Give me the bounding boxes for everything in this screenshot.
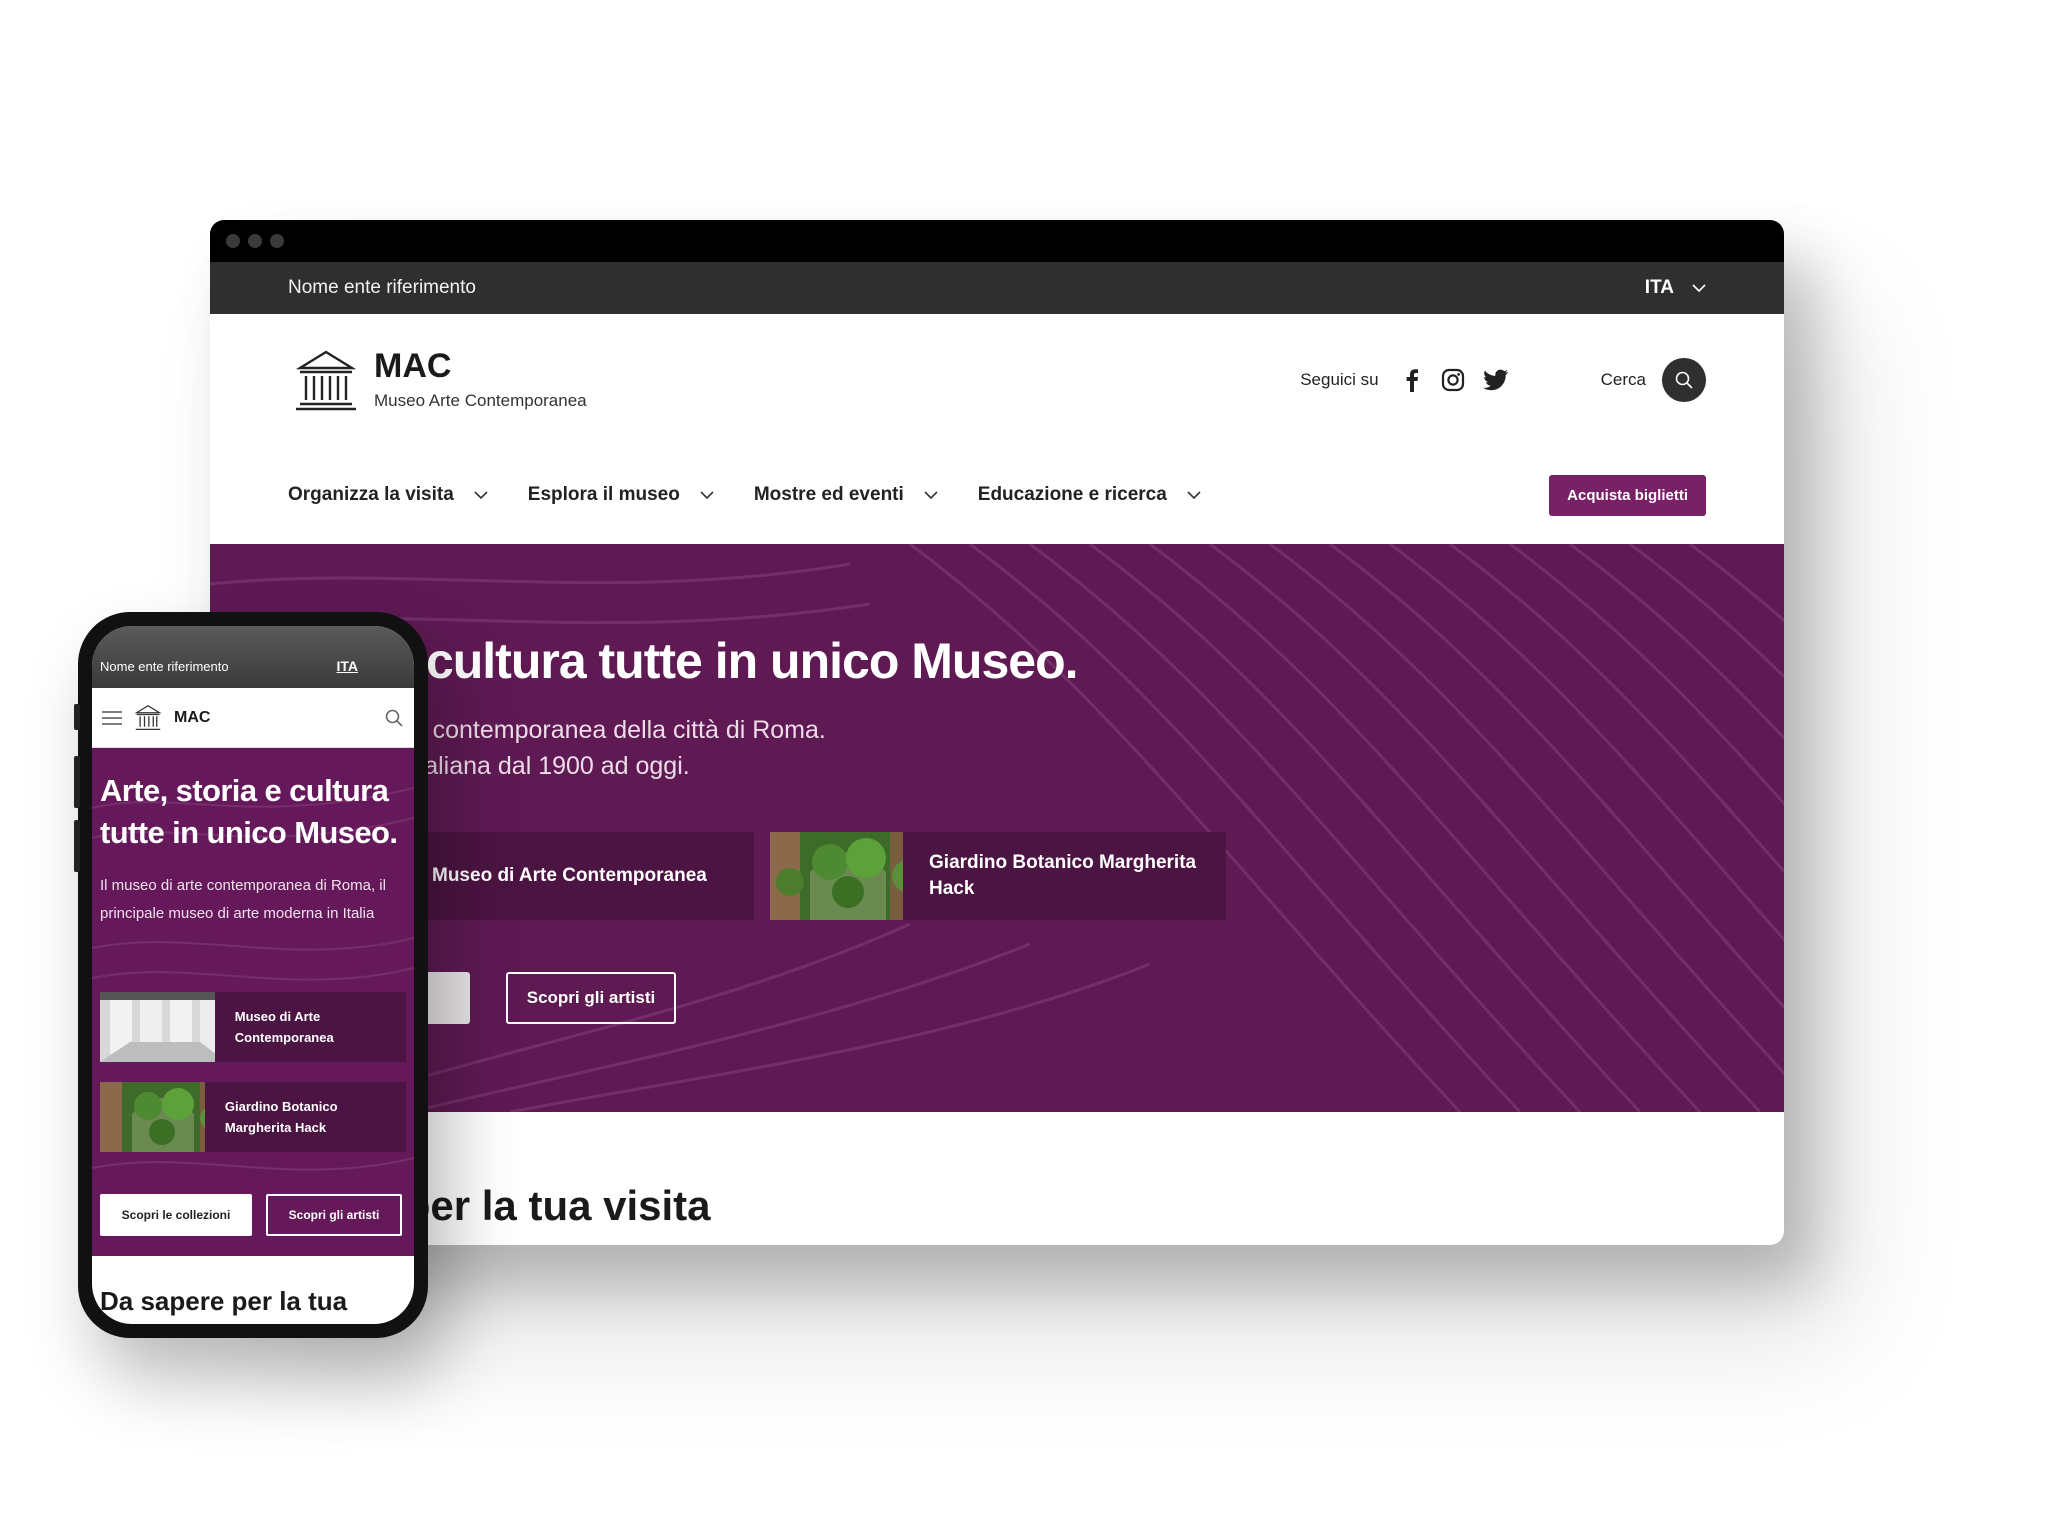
garden-thumbnail — [770, 832, 904, 920]
social-label: Seguici su — [1300, 370, 1379, 389]
search-button[interactable] — [1662, 358, 1706, 402]
nav-item-mostre[interactable]: Mostre ed eventi — [754, 484, 938, 506]
mobile-slim-header: Nome ente riferimento ITA — [92, 626, 414, 688]
mobile-hero-card-giardino[interactable]: Giardino Botanico Margherita Hack — [100, 1082, 406, 1152]
brand-title: MAC — [374, 347, 452, 385]
mobile-brand-title[interactable]: MAC — [174, 709, 372, 727]
brand-link[interactable]: MAC Museo Arte Contemporanea — [294, 348, 587, 412]
desktop-browser-window: Nome ente riferimento ITA MAC Museo Arte — [210, 220, 1784, 1245]
phone-volume-up-button — [74, 756, 80, 808]
language-selector[interactable]: ITA — [1645, 277, 1706, 299]
phone-side-button — [74, 704, 80, 730]
twitter-icon[interactable] — [1482, 369, 1509, 391]
garden-thumbnail — [100, 1082, 205, 1152]
mobile-ente-link[interactable]: Nome ente riferimento — [100, 659, 229, 674]
main-navigation: Organizza la visita Esplora il museo Mos… — [210, 446, 1784, 544]
mobile-header: MAC — [92, 688, 414, 748]
search-icon — [1675, 371, 1693, 389]
browser-chrome — [210, 220, 1784, 262]
facebook-icon[interactable] — [1401, 368, 1423, 392]
hero-wave-pattern — [210, 544, 1784, 1112]
nav-item-esplora[interactable]: Esplora il museo — [528, 484, 714, 506]
window-control-close[interactable] — [226, 234, 240, 248]
mobile-section-title: Da sapere per la tua — [100, 1286, 348, 1316]
chevron-down-icon — [474, 490, 488, 499]
mobile-phone-frame: Nome ente riferimento ITA MAC Arte, stor… — [74, 612, 428, 1338]
brand-subtitle: Museo Arte Contemporanea — [374, 391, 587, 410]
instagram-icon[interactable] — [1441, 368, 1465, 392]
discover-artists-button[interactable]: Scopri gli artisti — [506, 972, 676, 1024]
social-links: Seguici su — [1300, 368, 1508, 392]
nav-item-label: Organizza la visita — [288, 484, 454, 505]
nav-item-label: Educazione e ricerca — [977, 484, 1167, 505]
nav-item-label: Esplora il museo — [527, 484, 680, 505]
museum-icon — [295, 350, 357, 411]
hero-card-giardino[interactable]: Giardino Botanico Margherita Hack — [770, 832, 1226, 920]
nav-item-organizza[interactable]: Organizza la visita — [288, 484, 488, 506]
chevron-down-icon — [924, 490, 938, 499]
nav-item-educazione[interactable]: Educazione e ricerca — [978, 484, 1201, 506]
window-control-maximize[interactable] — [270, 234, 284, 248]
hamburger-menu-icon[interactable] — [102, 710, 122, 725]
hero-card-title: Museo di Arte Contemporanea — [432, 865, 707, 886]
mobile-hero-card-museo[interactable]: Museo di Arte Contemporanea — [100, 992, 406, 1062]
museum-thumbnail — [100, 992, 215, 1062]
hero-card-title: Giardino Botanico Margherita Hack — [929, 852, 1197, 899]
mobile-screen: Nome ente riferimento ITA MAC Arte, stor… — [92, 626, 414, 1324]
mobile-hero-description: Il museo di arte contemporanea di Roma, … — [100, 877, 386, 922]
slim-header: Nome ente riferimento ITA — [210, 262, 1784, 314]
chevron-down-icon — [1692, 283, 1706, 292]
mobile-hero-card-title: Giardino Botanico Margherita Hack — [224, 1099, 338, 1135]
mobile-language-selector[interactable]: ITA — [336, 658, 358, 674]
mobile-hero-title: Arte, storia e cultura tutte in unico Mu… — [100, 773, 398, 850]
search-area[interactable]: Cerca — [1601, 358, 1706, 402]
search-icon[interactable] — [384, 708, 404, 728]
chevron-down-icon — [700, 490, 714, 499]
mobile-discover-artists-button[interactable]: Scopri gli artisti — [266, 1194, 402, 1236]
ente-link[interactable]: Nome ente riferimento — [288, 277, 476, 299]
window-control-minimize[interactable] — [248, 234, 262, 248]
buy-tickets-button[interactable]: Acquista biglietti — [1549, 474, 1706, 516]
search-label: Cerca — [1600, 370, 1646, 389]
mobile-hero-section: Arte, storia e cultura tutte in unico Mu… — [92, 748, 414, 1256]
hero-section: toria e cultura tutte in unico Museo. rt… — [210, 544, 1784, 1112]
nav-item-label: Mostre ed eventi — [753, 484, 904, 505]
museum-icon — [134, 704, 162, 730]
language-label: ITA — [1644, 277, 1674, 298]
mobile-discover-collections-button[interactable]: Scopri le collezioni — [100, 1194, 252, 1236]
phone-volume-down-button — [74, 820, 80, 872]
mobile-hero-card-title: Museo di Arte Contemporanea — [234, 1009, 334, 1045]
center-header: MAC Museo Arte Contemporanea Seguici su … — [210, 314, 1784, 446]
chevron-down-icon — [1187, 490, 1201, 499]
